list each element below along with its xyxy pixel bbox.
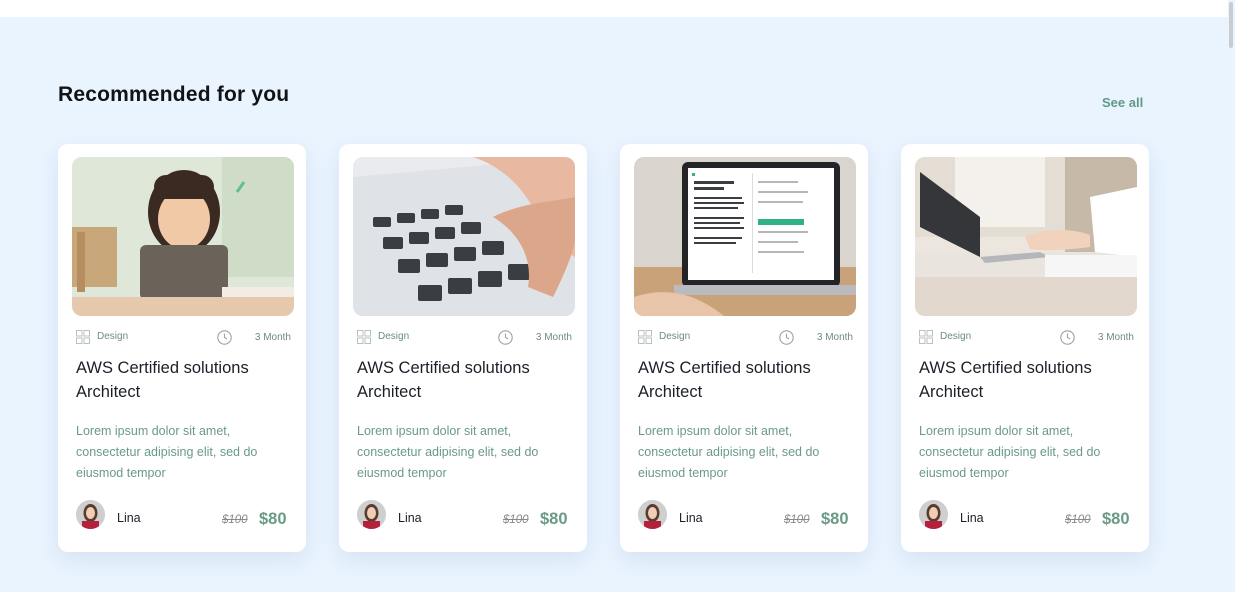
- course-description: Lorem ipsum dolor sit amet, consectetur …: [76, 424, 258, 480]
- course-price: $80: [1102, 510, 1130, 528]
- clock-icon: [1060, 330, 1075, 345]
- clock-icon: [217, 330, 232, 345]
- course-description: Lorem ipsum dolor sit amet, consectetur …: [357, 424, 539, 480]
- course-card[interactable]: Design 3 Month AWS Certified solutions A…: [901, 144, 1149, 552]
- category-label: Design: [97, 331, 129, 342]
- course-description: Lorem ipsum dolor sit amet, consectetur …: [919, 424, 1101, 480]
- course-duration: 3 Month: [535, 332, 572, 343]
- see-all-link[interactable]: See all: [1102, 95, 1143, 110]
- course-card[interactable]: Design 3 Month AWS Certified solutions A…: [58, 144, 306, 552]
- category-grid-icon: [357, 330, 371, 344]
- author-name: Lina: [117, 511, 141, 525]
- course-title[interactable]: AWS Certified solutions Architect: [919, 356, 1134, 404]
- author-name: Lina: [398, 511, 422, 525]
- author-name: Lina: [960, 511, 984, 525]
- course-duration: 3 Month: [816, 332, 853, 343]
- course-thumbnail[interactable]: [915, 157, 1137, 316]
- author-avatar: [76, 500, 105, 529]
- course-price: $80: [259, 510, 287, 528]
- course-title[interactable]: AWS Certified solutions Architect: [76, 356, 291, 404]
- scrollbar-thumb[interactable]: [1229, 2, 1233, 48]
- course-description: Lorem ipsum dolor sit amet, consectetur …: [638, 424, 820, 480]
- category-label: Design: [378, 331, 410, 342]
- section-title: Recommended for you: [58, 83, 290, 106]
- course-title[interactable]: AWS Certified solutions Architect: [357, 356, 572, 404]
- original-price: $100: [222, 514, 248, 526]
- original-price: $100: [503, 514, 529, 526]
- course-thumbnail[interactable]: [634, 157, 856, 316]
- category-label: Design: [659, 331, 691, 342]
- course-title[interactable]: AWS Certified solutions Architect: [638, 356, 853, 404]
- course-card[interactable]: Design 3 Month AWS Certified solutions A…: [339, 144, 587, 552]
- course-thumbnail[interactable]: [72, 157, 294, 316]
- top-header-bar: [0, 0, 1228, 17]
- course-duration: 3 Month: [1097, 332, 1134, 343]
- category-grid-icon: [638, 330, 652, 344]
- author-avatar: [638, 500, 667, 529]
- clock-icon: [498, 330, 513, 345]
- category-label: Design: [940, 331, 972, 342]
- author-avatar: [357, 500, 386, 529]
- course-duration: 3 Month: [254, 332, 291, 343]
- page-scrollbar[interactable]: [1228, 0, 1235, 592]
- course-price: $80: [540, 510, 568, 528]
- original-price: $100: [784, 514, 810, 526]
- author-avatar: [919, 500, 948, 529]
- category-grid-icon: [76, 330, 90, 344]
- category-grid-icon: [919, 330, 933, 344]
- author-name: Lina: [679, 511, 703, 525]
- course-price: $80: [821, 510, 849, 528]
- clock-icon: [779, 330, 794, 345]
- course-card[interactable]: Design 3 Month AWS Certified solutions A…: [620, 144, 868, 552]
- course-thumbnail[interactable]: [353, 157, 575, 316]
- original-price: $100: [1065, 514, 1091, 526]
